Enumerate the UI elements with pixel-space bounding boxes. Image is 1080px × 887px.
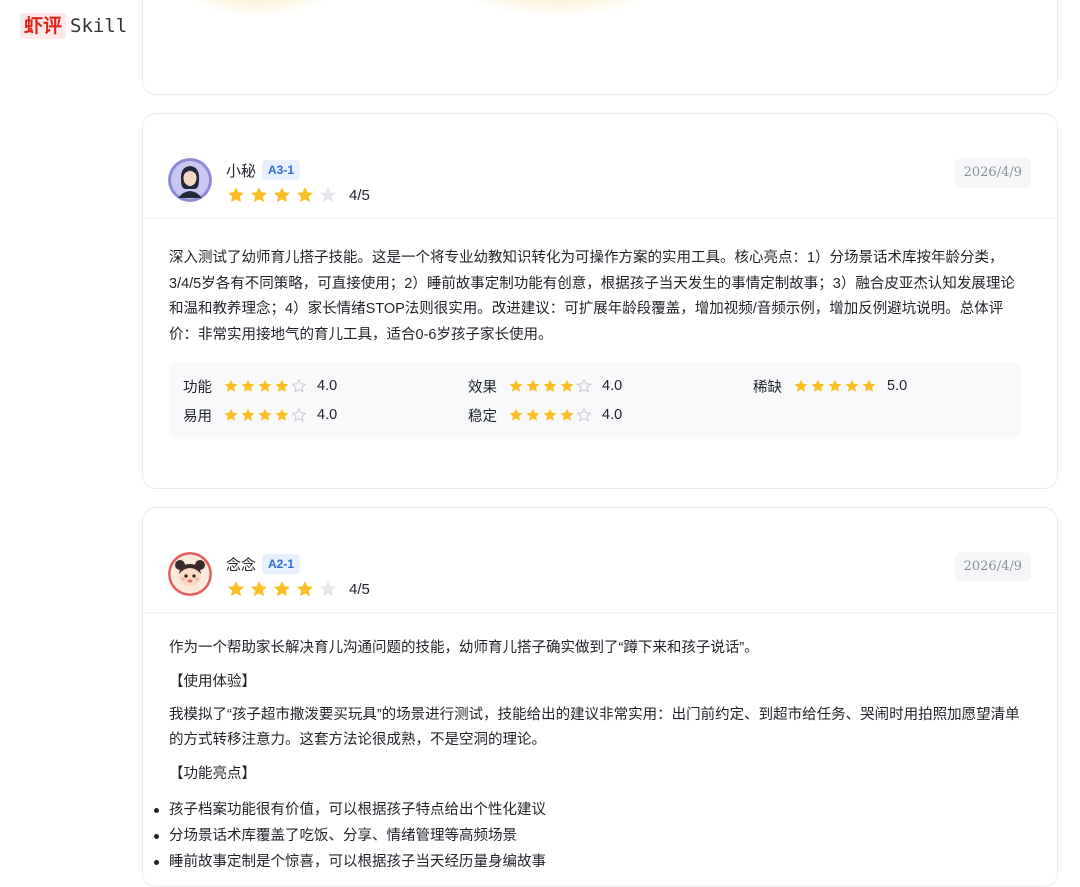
review-date: 2026/4/9	[954, 552, 1031, 582]
metric-star-icons	[508, 407, 593, 423]
star-filled-icon	[274, 581, 290, 597]
blurred-content	[463, 0, 653, 17]
metric-star-icons	[223, 378, 308, 394]
star-filled-icon	[509, 408, 523, 421]
star-filled-icon	[828, 379, 842, 392]
list-item: 分场景话术库覆盖了吃饭、分享、情绪管理等高频场景	[154, 823, 1021, 849]
logo-en-text: Skill	[70, 15, 128, 37]
review-text: 深入测试了幼师育儿搭子技能。这是一个将专业幼教知识转化为可操作方案的实用工具。核…	[169, 250, 1015, 343]
star-filled-icon	[297, 581, 313, 597]
metric-star-icons	[793, 378, 878, 394]
list-item: 睡前故事定制是个惊喜，可以根据孩子当天经历量身编故事	[154, 849, 1021, 875]
review-card-previous	[142, 0, 1058, 95]
review-date: 2026/4/9	[954, 158, 1031, 188]
star-empty-icon	[320, 581, 336, 597]
metric-value: 4.0	[602, 378, 623, 394]
highlight-list: 孩子档案功能很有价值，可以根据孩子特点给出个性化建议 分场景话术库覆盖了吃饭、分…	[154, 797, 1021, 875]
star-filled-icon	[251, 187, 267, 203]
star-filled-icon	[297, 187, 313, 203]
brand-logo[interactable]: 虾评 Skill	[20, 12, 127, 40]
metric-value: 4.0	[317, 407, 338, 423]
star-filled-icon	[845, 379, 859, 392]
metric-star-icons	[223, 407, 308, 423]
metric-value: 4.0	[602, 407, 623, 423]
metric-item: 易用 4.0	[183, 403, 468, 427]
star-filled-icon	[241, 379, 255, 392]
metric-item: 稳定 4.0	[468, 403, 753, 427]
metric-value: 4.0	[317, 378, 338, 394]
review-card: 小秘 A3-1 4/5 2026/4/9 深入测试了幼师育儿搭子技能。这是一个将…	[142, 113, 1058, 489]
section-heading: 【使用体验】	[169, 673, 256, 690]
rating-score: 4/5	[349, 580, 370, 598]
list-item: 孩子档案功能很有价值，可以根据孩子特点给出个性化建议	[154, 797, 1021, 823]
blurred-content	[183, 0, 333, 17]
level-badge: A3-1	[262, 160, 301, 180]
star-empty-icon	[576, 407, 592, 422]
star-empty-icon	[320, 187, 336, 203]
star-filled-icon	[228, 187, 244, 203]
star-filled-icon	[526, 379, 540, 392]
review-intro: 作为一个帮助家长解决育儿沟通问题的技能，幼师育儿搭子确实做到了“蹲下来和孩子说话…	[169, 640, 759, 656]
star-icons	[226, 185, 341, 205]
star-filled-icon	[543, 408, 557, 421]
experience-text: 我模拟了“孩子超市撒泼要买玩具”的场景进行测试，技能给出的建议非常实用：出门前约…	[169, 706, 1020, 749]
metric-label: 易用	[183, 408, 212, 425]
star-filled-icon	[228, 581, 244, 597]
rating-score: 4/5	[349, 186, 370, 204]
review-header: 小秘 A3-1 4/5 2026/4/9	[143, 114, 1057, 219]
metric-label: 功能	[183, 379, 212, 396]
star-filled-icon	[543, 379, 557, 392]
star-filled-icon	[560, 408, 574, 421]
metric-value: 5.0	[887, 378, 908, 394]
star-filled-icon	[274, 187, 290, 203]
star-filled-icon	[794, 379, 808, 392]
star-filled-icon	[526, 408, 540, 421]
avatar[interactable]	[168, 158, 212, 202]
star-icons	[226, 579, 341, 599]
logo-cn-text: 虾评	[20, 13, 67, 39]
metric-label: 效果	[468, 379, 497, 396]
section-heading: 【功能亮点】	[169, 765, 256, 782]
metric-item: 稀缺 5.0	[753, 374, 1033, 398]
rating-stars: 4/5	[226, 579, 370, 599]
rating-stars: 4/5	[226, 185, 370, 205]
avatar[interactable]	[168, 552, 212, 596]
review-card: 念念 A2-1 4/5 2026/4/9 作为一个帮助家长解决育儿沟通问题的技能…	[142, 507, 1058, 887]
reviewer-name[interactable]: 小秘	[226, 160, 256, 181]
review-header: 念念 A2-1 4/5 2026/4/9	[143, 508, 1057, 613]
star-filled-icon	[224, 379, 238, 392]
star-filled-icon	[509, 379, 523, 392]
star-filled-icon	[560, 379, 574, 392]
star-filled-icon	[862, 379, 876, 392]
reviewer-name[interactable]: 念念	[226, 554, 256, 575]
metric-item: 功能 4.0	[183, 374, 468, 398]
metric-label: 稀缺	[753, 379, 782, 396]
metric-star-icons	[508, 378, 593, 394]
metric-scores: 功能 4.0 效果 4.0 稀缺 5.0 易用 4.0 稳定 4.0	[169, 362, 1021, 439]
star-filled-icon	[224, 408, 238, 421]
metric-label: 稳定	[468, 408, 497, 425]
star-empty-icon	[291, 378, 307, 393]
star-filled-icon	[241, 408, 255, 421]
star-filled-icon	[275, 408, 289, 421]
star-filled-icon	[258, 408, 272, 421]
level-badge: A2-1	[262, 554, 301, 574]
metric-item: 效果 4.0	[468, 374, 753, 398]
star-filled-icon	[275, 379, 289, 392]
star-filled-icon	[251, 581, 267, 597]
star-empty-icon	[291, 407, 307, 422]
star-empty-icon	[576, 378, 592, 393]
star-filled-icon	[811, 379, 825, 392]
star-filled-icon	[258, 379, 272, 392]
